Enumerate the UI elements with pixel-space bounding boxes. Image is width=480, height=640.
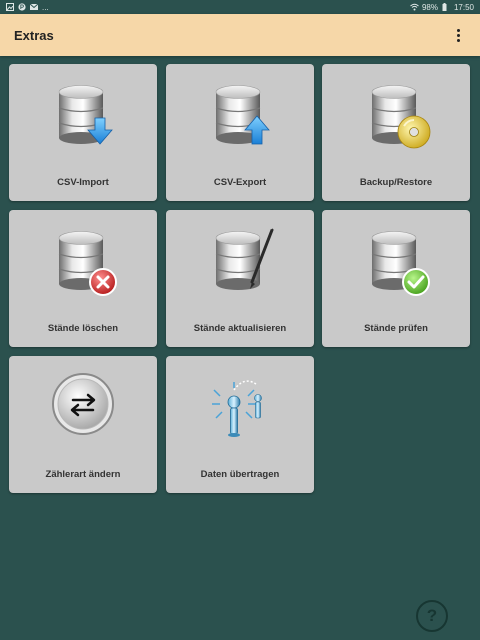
app-bar: Extras	[0, 14, 480, 56]
database-check-icon	[371, 230, 430, 296]
database-backup-icon	[371, 84, 431, 149]
csv-export-tile[interactable]: CSV-Export	[166, 64, 314, 201]
image-icon	[6, 3, 14, 11]
transfer-data-tile[interactable]: Daten übertragen	[166, 356, 314, 493]
csv-import-tile[interactable]: CSV-Import	[9, 64, 157, 201]
update-readings-tile[interactable]: Stände aktualisieren	[166, 210, 314, 347]
help-icon: ?	[426, 606, 438, 625]
tile-label: Stände prüfen	[364, 323, 428, 334]
more-vert-dot	[456, 38, 460, 42]
database-export-icon	[215, 84, 270, 145]
clock: 17:50	[453, 2, 474, 12]
transfer-icon	[212, 380, 262, 437]
tile-label: CSV-Export	[213, 177, 267, 188]
tile-label: Stände aktualisieren	[193, 323, 287, 334]
status-more: ...	[42, 2, 49, 12]
database-import-icon	[58, 84, 113, 145]
tile-label: Stände löschen	[47, 323, 119, 334]
more-vert-icon	[456, 28, 460, 32]
pinterest-icon: P	[18, 3, 26, 11]
tile-label: Daten übertragen	[200, 469, 280, 480]
help-button[interactable]: ?	[416, 600, 448, 632]
database-delete-icon	[58, 230, 117, 296]
svg-text:P: P	[20, 5, 24, 11]
check-readings-tile[interactable]: Stände prüfen	[322, 210, 470, 347]
mail-icon	[29, 3, 39, 11]
battery-icon	[442, 3, 450, 11]
page-title: Extras	[14, 27, 54, 43]
change-meter-type-tile[interactable]: Zählerart ändern	[9, 356, 157, 493]
tile-label: Backup/Restore	[359, 177, 433, 188]
tile-label: Zählerart ändern	[45, 469, 121, 480]
backup-restore-tile[interactable]: Backup/Restore	[322, 64, 470, 201]
delete-readings-tile[interactable]: Stände löschen	[9, 210, 157, 347]
tile-label: CSV-Import	[57, 177, 109, 188]
wifi-icon	[410, 3, 419, 11]
overflow-menu-button[interactable]	[450, 23, 466, 47]
database-edit-icon	[215, 226, 274, 291]
battery-percent: 98%	[421, 2, 438, 12]
status-bar: P ... 98% 17:50	[0, 0, 480, 14]
switch-arrows-icon	[52, 373, 114, 435]
more-vert-dot	[456, 33, 460, 37]
